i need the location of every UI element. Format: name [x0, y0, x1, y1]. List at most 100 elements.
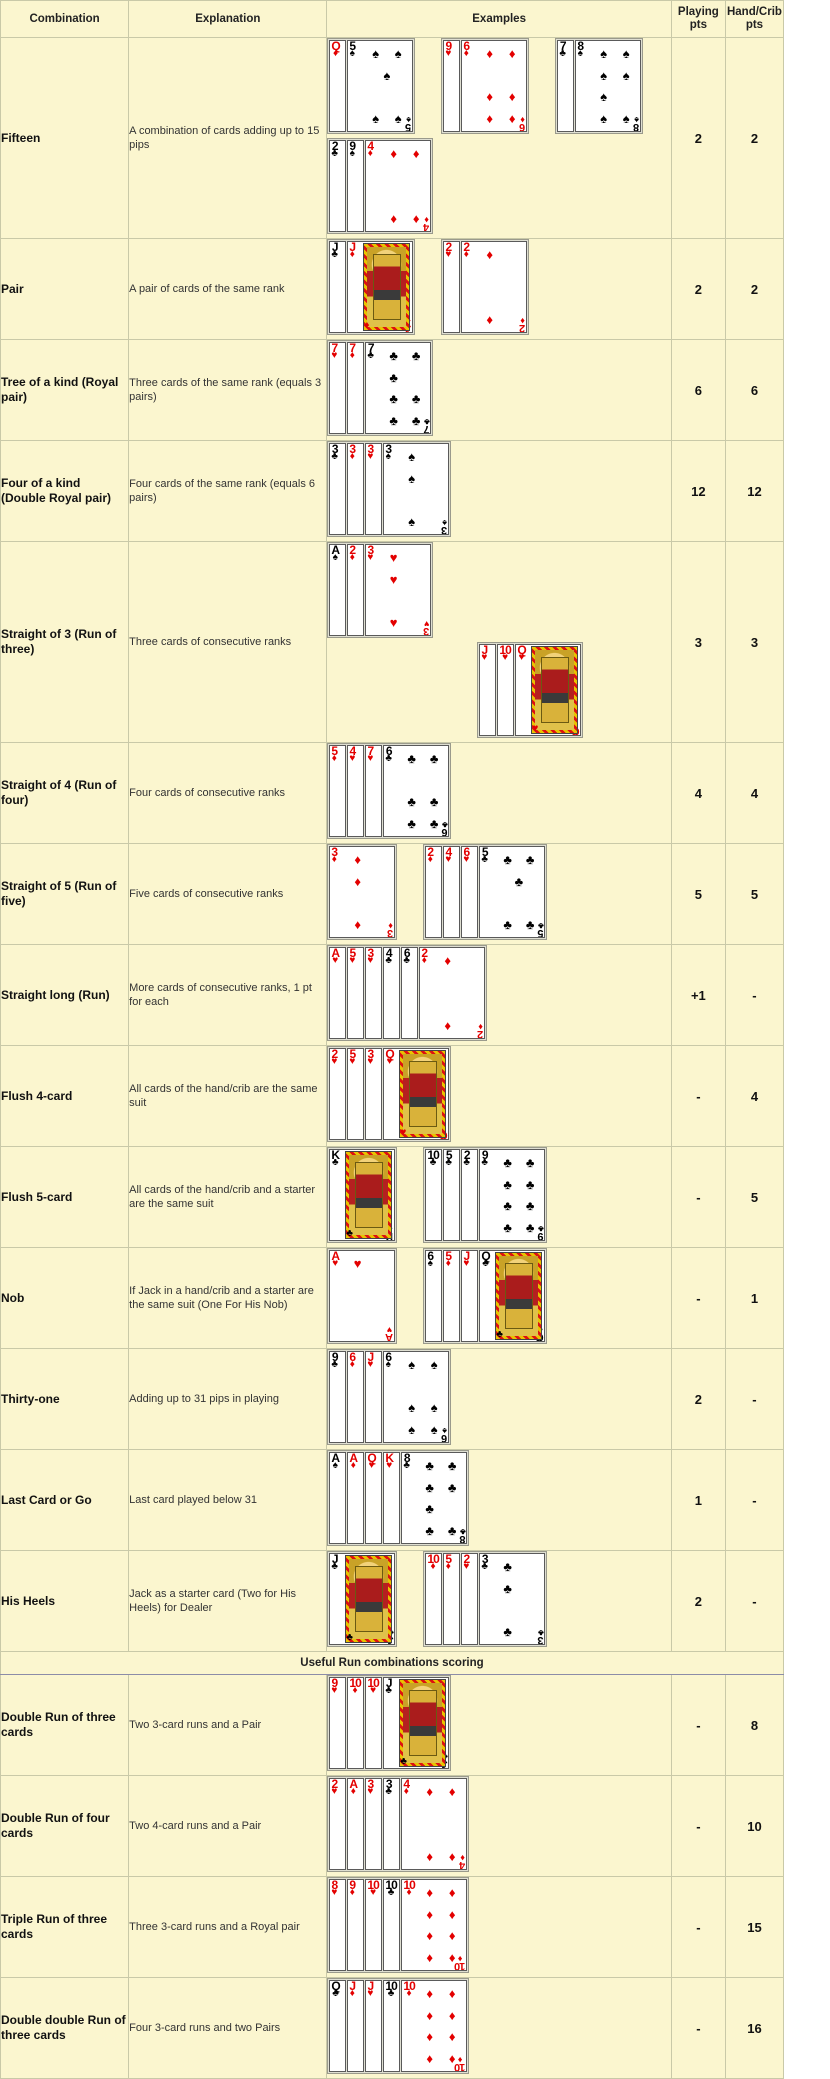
cell-explanation: Two 3-card runs and a Pair: [128, 1674, 328, 1776]
cell-playing-pts: -: [670, 1045, 726, 1147]
cell-hand-crib-pts: 4: [724, 1045, 785, 1147]
playing-card: 2 ♦ 2 ♦ ♦ ♦: [419, 947, 486, 1039]
card-pips: ♦ ♦ ♦: [354, 852, 361, 932]
card-suit-mark: ♦: [364, 320, 370, 331]
card-corner-index: 2 ♦: [349, 544, 356, 564]
playing-card: 10 ♣: [383, 1980, 401, 2072]
card-corner-index: 2 ♦: [421, 947, 428, 967]
playing-card: 7 ♥: [329, 342, 347, 434]
card-corner-index: Q ♦: [331, 40, 340, 60]
cell-hand-crib-pts: 6: [724, 339, 785, 441]
card-corner-index: A ♠: [331, 544, 340, 564]
card-hand: 9 ♣ 6 ♦ J ♥ 6 ♠ 6 ♠ ♠ ♠ ♠ ♠ ♠ ♠: [327, 1349, 452, 1445]
playing-card: 5 ♦: [329, 745, 347, 837]
header-combination: Combination: [0, 0, 130, 38]
card-pips: ♥: [353, 1256, 362, 1272]
card-hand: A ♥ 5 ♥ 3 ♥ 4 ♣ 6 ♣ 2 ♦ 2 ♦ ♦ ♦: [327, 945, 488, 1041]
cell-playing-pts: -: [670, 1977, 726, 2079]
playing-card: 2 ♣: [329, 140, 347, 232]
playing-card: 6 ♠: [425, 1250, 443, 1342]
playing-card: 7 ♣: [557, 40, 575, 132]
cell-examples: 3 ♦ 3 ♦ ♦ ♦ ♦ 2 ♦ 4 ♥ 6 ♥ 5 ♣ 5 ♣ ♣ ♣ ♣ ♣ ♣: [326, 843, 672, 945]
card-corner-index: 7 ♥: [331, 342, 338, 362]
playing-card: 10 ♥: [497, 644, 515, 736]
card-corner-index: J ♥: [367, 1980, 374, 2000]
playing-card: 10 ♣: [383, 1879, 401, 1971]
playing-card: 2 ♥: [329, 1048, 347, 1140]
card-suit-mark: ♣: [400, 1756, 407, 1767]
card-corner-index: 2 ♥: [331, 1778, 338, 1798]
face-card-art: [495, 1252, 543, 1340]
playing-card: 7 ♥: [365, 745, 383, 837]
hands-container: 9 ♣ 6 ♦ J ♥ 6 ♠ 6 ♠ ♠ ♠ ♠ ♠ ♠ ♠: [327, 1349, 670, 1449]
card-corner-index: 4 ♣: [385, 947, 392, 967]
cell-combination: Straight of 3 (Run of three): [0, 541, 130, 743]
card-corner-index: 9 ♣: [481, 1149, 488, 1169]
cell-combination: Flush 4-card: [0, 1045, 130, 1147]
playing-card: A ♠: [329, 544, 347, 636]
cell-explanation: Adding up to 31 pips in playing: [128, 1348, 328, 1450]
card-corner-index: 2 ♥: [331, 1048, 338, 1068]
card-pips: ♥ ♥ ♥: [389, 550, 398, 630]
cell-explanation: If Jack in a hand/crib and a starter are…: [128, 1247, 328, 1349]
card-corner-index: 3 ♥: [367, 443, 374, 463]
card-corner-index: 10 ♦: [403, 1980, 415, 2000]
card-pips: ♠ ♠ ♠: [408, 449, 416, 529]
card-hand: 2 ♣ 9 ♠ 4 ♦ 4 ♦ ♦ ♦ ♦ ♦: [327, 138, 434, 234]
card-corner-index: 10 ♣: [385, 1879, 397, 1899]
cell-playing-pts: -: [670, 1876, 726, 1978]
playing-card: 4 ♥: [347, 745, 365, 837]
playing-card: A ♠: [329, 1452, 347, 1544]
face-card-art: [345, 1555, 393, 1643]
card-pips: ♠ ♠ ♠ ♠ ♠ ♠ ♠: [600, 46, 630, 126]
hands-container: A♥A♥♥6♠5♦J♥Q♣Q♣♣: [327, 1248, 670, 1348]
cell-explanation: Four 3-card runs and two Pairs: [128, 1977, 328, 2079]
card-corner-index: 4 ♦: [367, 140, 374, 160]
card-suit-mark: ♣: [346, 1228, 353, 1239]
card-hand: 2 ♦ 4 ♥ 6 ♥ 5 ♣ 5 ♣ ♣ ♣ ♣ ♣ ♣: [423, 844, 548, 940]
card-corner-index: 9 ♥: [331, 1677, 338, 1697]
card-corner-index: 2 ♦: [427, 846, 434, 866]
card-pips: ♦ ♦ ♦ ♦ ♦ ♦: [486, 46, 516, 126]
card-hand: 2♥5♥3♥Q♥Q♥♥: [327, 1046, 452, 1142]
card-hand: Q ♣ J ♦ J ♥ 10 ♣ 10 ♦ 10 ♦ ♦ ♦ ♦ ♦ ♦ ♦ ♦ ♦: [327, 1978, 470, 2074]
playing-card: J♦J♦♦: [347, 241, 414, 333]
cell-examples: K♣K♣♣10♣5♣2♣9♣9♣♣♣♣♣♣♣♣♣: [326, 1146, 672, 1248]
cell-hand-crib-pts: 2: [724, 37, 785, 239]
cell-hand-crib-pts: 16: [724, 1977, 785, 2079]
cell-explanation: Five cards of consecutive ranks: [128, 843, 328, 945]
card-corner-index: 3 ♥: [367, 1778, 374, 1798]
table-row: Last Card or Go Last card played below 31…: [0, 1449, 785, 1551]
card-corner-index: 7 ♣: [559, 40, 566, 60]
playing-card: Q♥Q♥♥: [515, 644, 582, 736]
cribbage-scoring-sheet: Combination Explanation Examples Playing…: [0, 0, 830, 2079]
playing-card: 2 ♥: [329, 1778, 347, 1870]
section-title: Useful Run combinations scoring: [0, 1651, 784, 1675]
card-corner-index: 5 ♦: [331, 745, 338, 765]
playing-card: 2 ♣: [461, 1149, 479, 1241]
cell-playing-pts: -: [670, 1674, 726, 1776]
card-corner-index: Q ♣: [481, 1250, 490, 1270]
card-corner-index: 10 ♥: [367, 1677, 379, 1697]
playing-card: 10 ♥: [365, 1677, 383, 1769]
playing-card: 6 ♣ 6 ♣ ♣ ♣ ♣ ♣ ♣ ♣: [383, 745, 450, 837]
cell-combination: Four of a kind (Double Royal pair): [0, 440, 130, 542]
card-pips: ♣ ♣ ♣ ♣ ♣ ♣ ♣: [425, 1458, 457, 1538]
card-corner-index: 5 ♥: [349, 947, 356, 967]
playing-card: 9 ♥: [443, 40, 461, 132]
card-corner-index: 10 ♣: [427, 1149, 439, 1169]
cell-playing-pts: 6: [670, 339, 726, 441]
card-hand: 7 ♥ 7 ♦ 7 ♣ 7 ♣ ♣ ♣ ♣ ♣ ♣ ♣ ♣: [327, 340, 434, 436]
cell-explanation: Two 4-card runs and a Pair: [128, 1775, 328, 1877]
playing-card: 9 ♦: [347, 1879, 365, 1971]
card-pips: ♣ ♣ ♣ ♣ ♣ ♣: [407, 751, 439, 831]
table-row: Fifteen A combination of cards adding up …: [0, 37, 785, 239]
playing-card: A ♥: [329, 947, 347, 1039]
cell-playing-pts: 2: [670, 1348, 726, 1450]
playing-card: Q♣Q♣♣: [479, 1250, 546, 1342]
cell-hand-crib-pts: 2: [724, 238, 785, 340]
card-hand: J♥10♥Q♥Q♥♥: [477, 642, 584, 738]
card-corner-index: 4 ♦: [403, 1778, 410, 1798]
playing-card: 7 ♣ 7 ♣ ♣ ♣ ♣ ♣ ♣ ♣ ♣: [365, 342, 432, 434]
cell-explanation: Three cards of the same rank (equals 3 p…: [128, 339, 328, 441]
